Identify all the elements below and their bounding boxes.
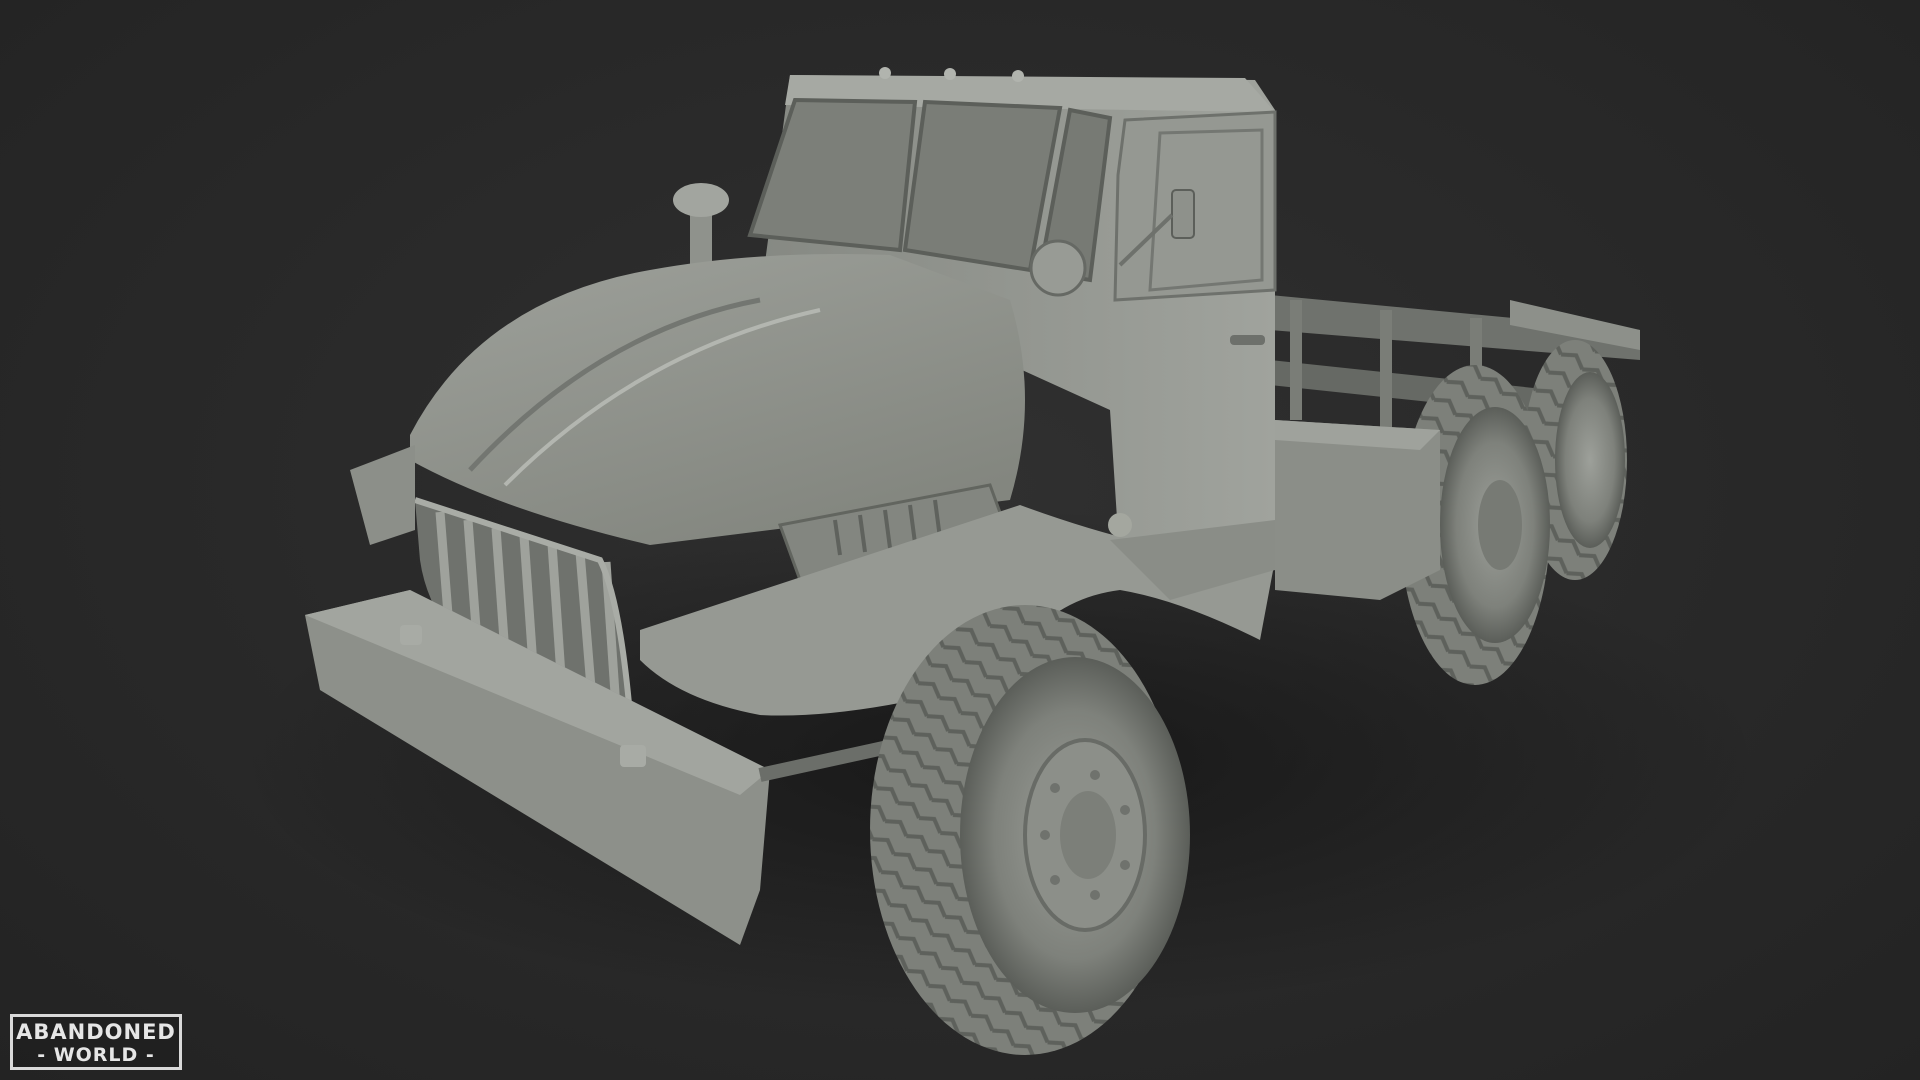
watermark-logo: ABANDONED - WORLD -	[10, 1014, 182, 1070]
side-mirror	[1171, 189, 1195, 239]
windshield	[747, 97, 918, 253]
watermark-line1: ABANDONED	[16, 1020, 176, 1044]
left-fender	[350, 445, 415, 545]
watermark-line2: - WORLD -	[37, 1044, 155, 1066]
render-viewport: ABANDONED - WORLD -	[0, 0, 1920, 1080]
truck-render	[240, 67, 1760, 1055]
